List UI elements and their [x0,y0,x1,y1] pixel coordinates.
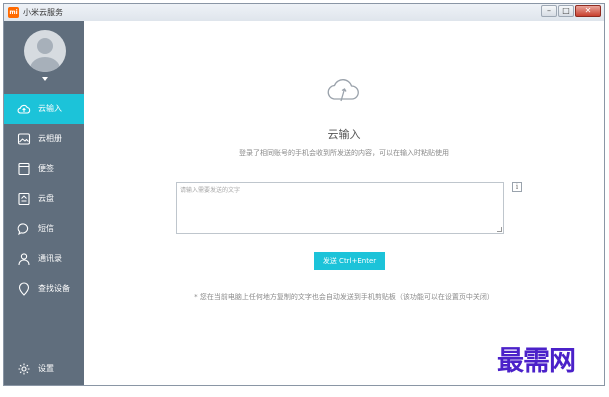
page-description: 登录了相同账号的手机会收到所发送的内容，可以在输入时粘贴使用 [239,149,449,157]
minimize-button[interactable]: – [541,5,557,17]
maximize-icon: □ [562,6,570,15]
app-window: mi 小米云服务 – □ ✕ 云输入 云相册 便签 云盘 短信 通讯录 查找设备… [3,3,605,386]
watermark-logo: 最需网 [497,346,576,377]
notes-icon [18,162,30,176]
account-dropdown-icon[interactable] [42,77,48,81]
cloud-upload-icon [17,104,31,114]
sidebar-item-label: 云盘 [38,194,54,203]
clipboard-sync-note: * 您在当前电脑上任何地方复制的文字也会自动发送到手机剪贴板（该功能可以在设置页… [194,293,494,301]
sidebar-item-cloud-drive[interactable]: 云盘 [4,184,84,214]
window-controls: – □ ✕ [540,5,601,19]
sidebar-item-label: 短信 [38,224,54,233]
sidebar-item-label: 云相册 [38,134,62,143]
title-bar: mi 小米云服务 – □ ✕ [4,4,604,22]
main-content: 云输入 登录了相同账号的手机会收到所发送的内容，可以在输入时粘贴使用 i 发送 … [84,21,604,385]
cloud-upload-icon [327,79,359,102]
sidebar: 云输入 云相册 便签 云盘 短信 通讯录 查找设备 设置 [4,21,84,385]
find-device-icon [18,282,30,296]
window-title: 小米云服务 [23,8,63,17]
sidebar-nav: 云输入 云相册 便签 云盘 短信 通讯录 查找设备 [4,94,84,304]
resize-handle[interactable] [497,227,502,232]
gear-icon [18,363,30,375]
sidebar-item-sms[interactable]: 短信 [4,214,84,244]
info-icon[interactable]: i [512,182,522,192]
avatar-head [37,38,53,54]
avatar[interactable] [24,30,66,72]
mi-logo-icon: mi [8,7,19,18]
minimize-icon: – [547,6,551,15]
message-input[interactable] [177,183,503,233]
cloud-drive-icon [18,192,30,206]
sidebar-item-find-device[interactable]: 查找设备 [4,274,84,304]
sidebar-item-cloud-input[interactable]: 云输入 [4,94,84,124]
message-icon [17,223,29,236]
contacts-icon [18,253,30,266]
send-button[interactable]: 发送 Ctrl+Enter [314,252,385,270]
sidebar-item-contacts[interactable]: 通讯录 [4,244,84,274]
sidebar-item-settings[interactable]: 设置 [4,357,84,381]
avatar-body [30,57,60,72]
photo-icon [17,133,31,145]
sidebar-item-cloud-album[interactable]: 云相册 [4,124,84,154]
message-input-box [176,182,504,234]
sidebar-item-label: 通讯录 [38,254,62,263]
page-title: 云输入 [327,128,361,141]
sidebar-item-label: 云输入 [38,104,62,113]
close-button[interactable]: ✕ [575,5,601,17]
sidebar-item-label: 便签 [38,164,54,173]
settings-label: 设置 [38,364,54,373]
sidebar-item-notes[interactable]: 便签 [4,154,84,184]
close-icon: ✕ [584,6,592,15]
maximize-button[interactable]: □ [558,5,574,17]
sidebar-item-label: 查找设备 [38,284,70,293]
